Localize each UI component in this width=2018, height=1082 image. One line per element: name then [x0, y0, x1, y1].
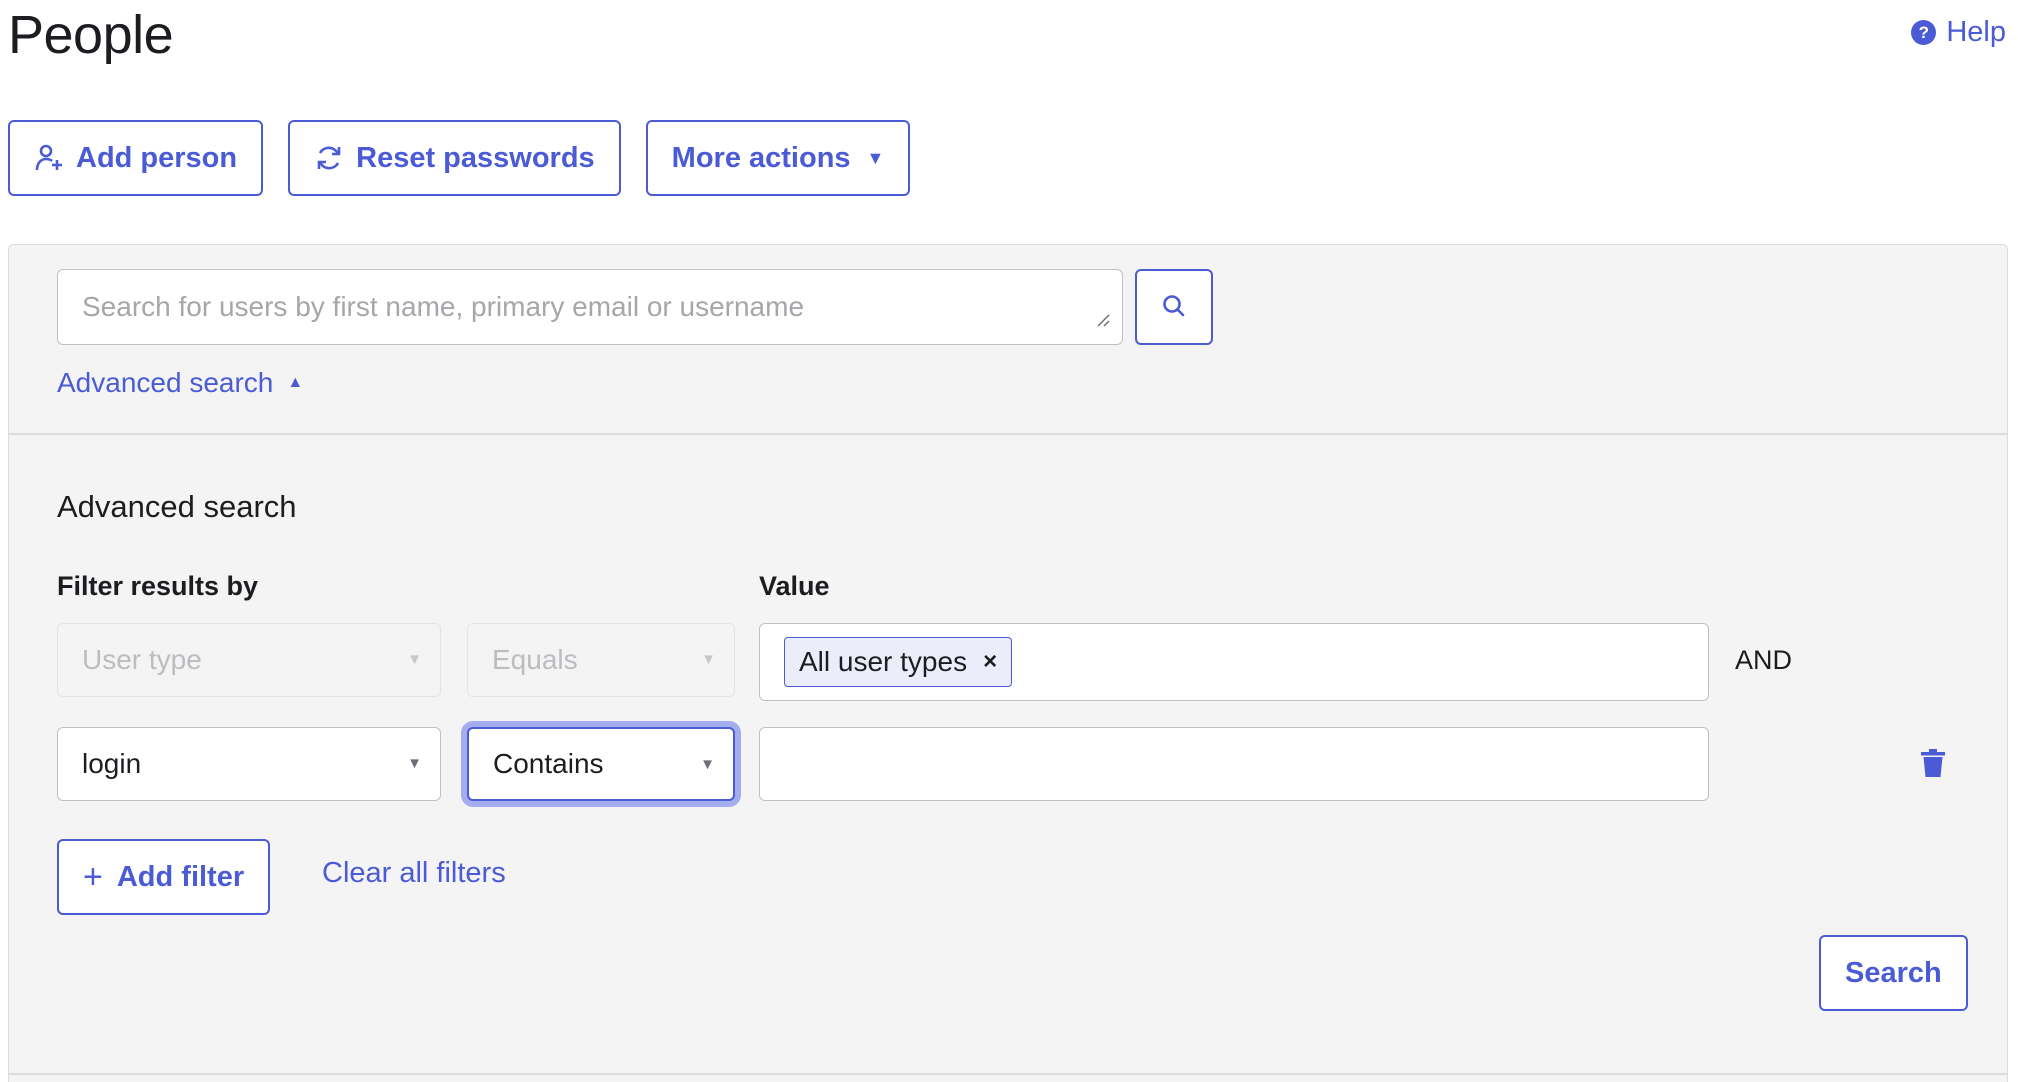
caret-down-icon: ▼ [700, 756, 715, 773]
filter-2-value-input[interactable] [759, 727, 1709, 801]
advanced-search-submit-button[interactable]: Search [1819, 935, 1968, 1011]
search-button[interactable] [1135, 269, 1213, 345]
advanced-search-title: Advanced search [57, 489, 297, 524]
filter-2-field-select[interactable]: login ▼ [57, 727, 441, 801]
filter-1-operator-select: Equals ▼ [467, 623, 735, 697]
refresh-icon [314, 143, 344, 173]
caret-down-icon: ▼ [866, 147, 885, 168]
filter-1-field-value: User type [82, 644, 202, 675]
caret-down-icon: ▼ [407, 755, 422, 772]
search-panel: Search for users by first name, primary … [8, 244, 2008, 1082]
people-page: People ? Help Add person Reset passwords… [0, 0, 2018, 1082]
filter-results-label: Filter results by [57, 571, 259, 601]
close-icon[interactable]: × [983, 648, 997, 676]
add-filter-label: Add filter [116, 860, 245, 893]
value-chip: All user types × [784, 637, 1013, 687]
advanced-search-toggle[interactable]: Advanced search ▲ [57, 367, 303, 399]
page-title: People [8, 5, 174, 65]
caret-down-icon: ▼ [701, 651, 716, 668]
add-person-button[interactable]: Add person [8, 120, 264, 196]
reset-passwords-button[interactable]: Reset passwords [288, 120, 621, 196]
value-chip-label: All user types [799, 646, 968, 677]
filter-1-operator-value: Equals [492, 644, 578, 675]
add-filter-button[interactable]: + Add filter [57, 839, 271, 915]
search-placeholder: Search for users by first name, primary … [82, 291, 805, 322]
caret-down-icon: ▼ [407, 651, 422, 668]
filter-2-operator-value: Contains [493, 748, 604, 779]
value-label: Value [759, 571, 830, 601]
help-circle-icon: ? [1911, 20, 1937, 45]
user-plus-icon [34, 143, 64, 173]
reset-passwords-label: Reset passwords [356, 141, 595, 174]
more-actions-button[interactable]: More actions ▼ [645, 120, 911, 196]
filter-2-operator-select[interactable]: Contains ▼ [467, 727, 735, 801]
filter-1-value-input[interactable]: All user types × [759, 623, 1709, 701]
search-input[interactable]: Search for users by first name, primary … [57, 269, 1123, 345]
magnifier-icon [1161, 293, 1187, 322]
clear-all-filters-link[interactable]: Clear all filters [322, 857, 506, 890]
more-actions-label: More actions [671, 141, 851, 174]
action-toolbar: Add person Reset passwords More actions … [8, 120, 911, 196]
and-joiner-label: AND [1735, 645, 1793, 675]
plus-icon: + [83, 858, 103, 896]
resize-grip-icon[interactable] [1096, 302, 1110, 334]
filter-2-field-value: login [82, 748, 142, 779]
add-person-label: Add person [76, 141, 238, 174]
help-link[interactable]: ? Help [1911, 16, 2006, 49]
trash-icon[interactable] [1921, 749, 1945, 782]
search-row: Search for users by first name, primary … [57, 269, 1213, 345]
divider [9, 433, 2007, 435]
help-label: Help [1946, 16, 2006, 48]
divider [9, 1073, 2007, 1075]
filter-1-field-select: User type ▼ [57, 623, 441, 697]
caret-up-icon: ▲ [287, 374, 304, 391]
advanced-search-toggle-label: Advanced search [57, 367, 274, 398]
